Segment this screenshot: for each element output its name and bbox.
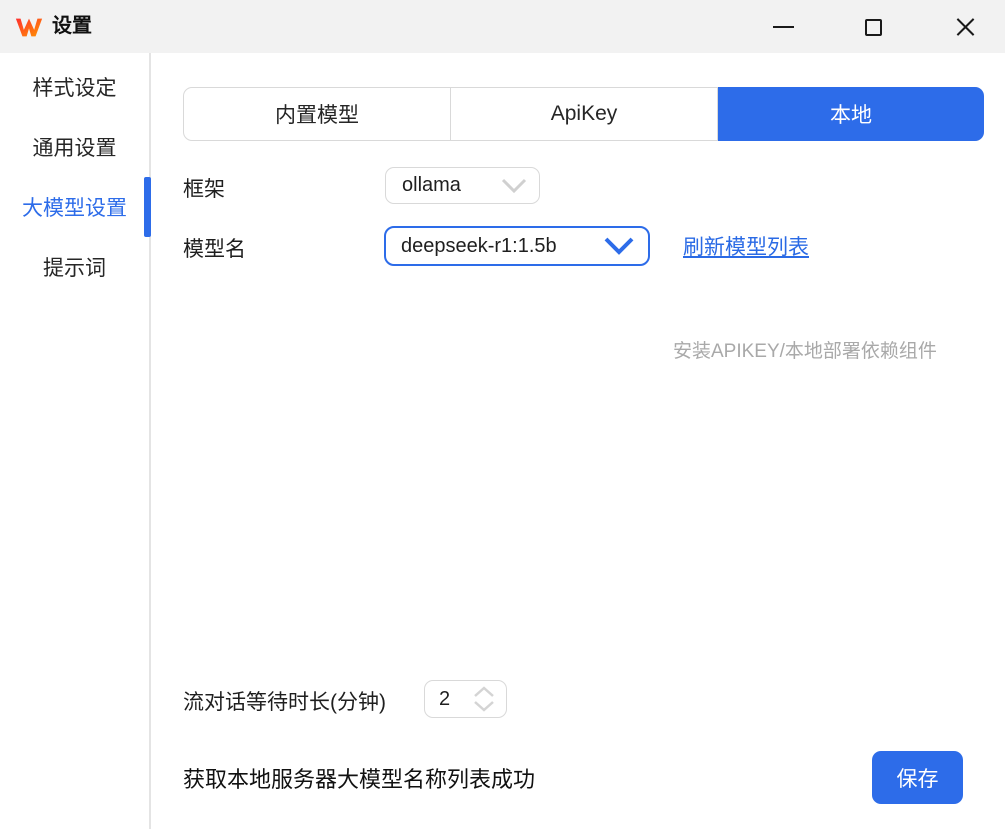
sidebar: 样式设定 通用设置 大模型设置 提示词	[0, 53, 151, 829]
model-select[interactable]: deepseek-r1:1.5b	[384, 226, 650, 266]
settings-window: 设置 样式设定 通用设置 大模型设置 提示词 内置模型 Api	[0, 0, 1005, 829]
tab-builtin-model[interactable]: 内置模型	[184, 88, 451, 140]
model-source-tabs: 内置模型 ApiKey 本地	[183, 87, 984, 141]
minimize-button[interactable]	[760, 4, 806, 50]
chevron-down-icon	[501, 178, 527, 194]
title-bar: 设置	[0, 0, 1005, 53]
maximize-icon	[865, 19, 882, 36]
active-item-indicator	[144, 177, 151, 237]
tab-label: 本地	[830, 99, 872, 129]
minimize-icon	[773, 26, 794, 28]
close-button[interactable]	[942, 4, 988, 50]
framework-label: 框架	[183, 173, 225, 203]
refresh-model-list-link[interactable]: 刷新模型列表	[683, 231, 809, 261]
window-title: 设置	[52, 0, 92, 53]
status-message: 获取本地服务器大模型名称列表成功	[183, 762, 535, 794]
timeout-stepper[interactable]: 2	[424, 680, 507, 718]
sidebar-item-label: 大模型设置	[22, 192, 127, 222]
sidebar-item-style-settings[interactable]: 样式设定	[0, 57, 149, 117]
close-icon	[955, 17, 975, 37]
save-button[interactable]: 保存	[872, 751, 963, 804]
maximize-button[interactable]	[850, 4, 896, 50]
tab-label: ApiKey	[551, 102, 618, 126]
tab-local[interactable]: 本地	[718, 87, 984, 141]
sidebar-item-general-settings[interactable]: 通用设置	[0, 117, 149, 177]
sidebar-item-label: 提示词	[43, 252, 106, 282]
timeout-value: 2	[439, 688, 472, 711]
sidebar-item-label: 通用设置	[33, 132, 117, 162]
tab-label: 内置模型	[275, 99, 359, 129]
sidebar-item-label: 样式设定	[33, 72, 117, 102]
sidebar-item-prompts[interactable]: 提示词	[0, 237, 149, 297]
framework-select-value: ollama	[402, 174, 501, 197]
stream-timeout-label: 流对话等待时长(分钟)	[183, 686, 386, 716]
chevron-up-down-icon	[472, 686, 496, 712]
app-logo-icon	[14, 12, 44, 42]
chevron-down-icon	[604, 237, 634, 255]
tab-apikey[interactable]: ApiKey	[451, 88, 718, 140]
sidebar-item-llm-settings[interactable]: 大模型设置	[0, 177, 149, 237]
framework-select[interactable]: ollama	[385, 167, 540, 204]
model-name-label: 模型名	[183, 233, 246, 263]
model-select-value: deepseek-r1:1.5b	[401, 235, 604, 258]
install-dependency-link[interactable]: 安装APIKEY/本地部署依赖组件	[673, 336, 937, 363]
